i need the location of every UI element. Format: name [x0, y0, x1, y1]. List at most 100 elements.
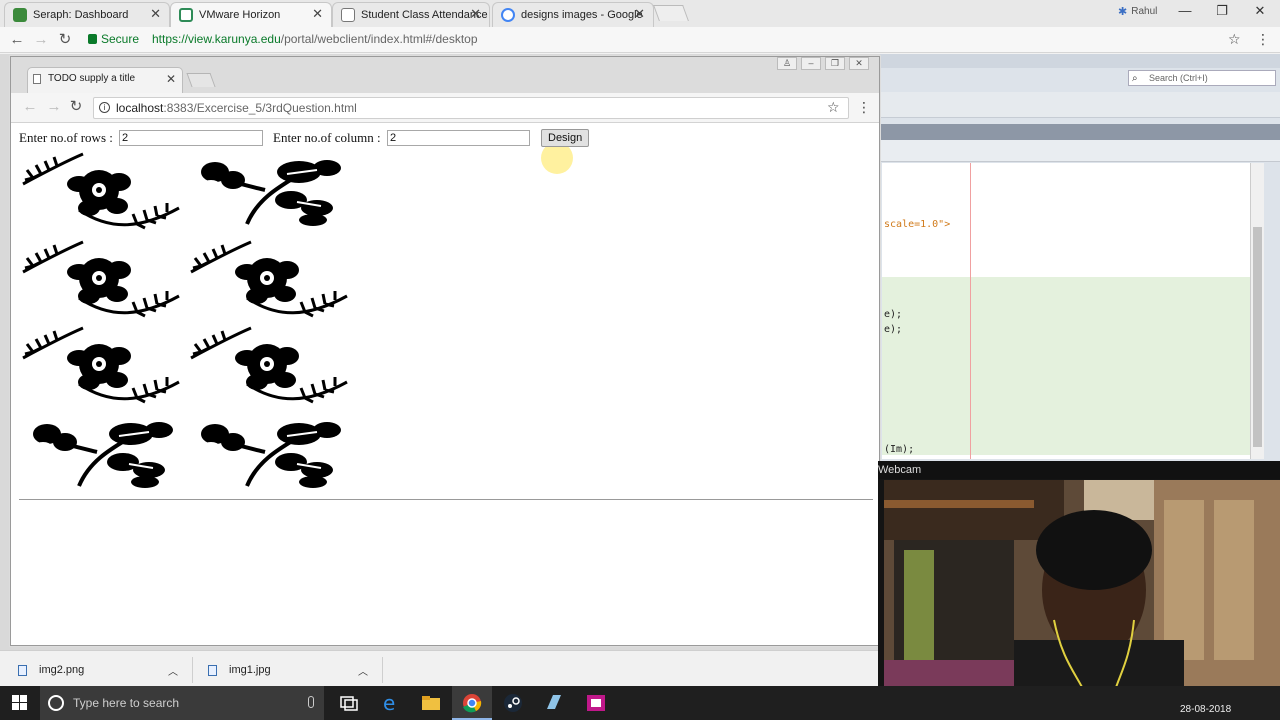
- download-filename: img1.jpg: [229, 664, 271, 676]
- tab-todo[interactable]: TODO supply a title ✕: [27, 67, 183, 93]
- close-icon[interactable]: ✕: [634, 6, 645, 22]
- minimize-button[interactable]: —: [1175, 3, 1195, 21]
- tab-label: TODO supply a title: [48, 73, 136, 84]
- flower-a-icon: [22, 152, 180, 230]
- columns-input[interactable]: [387, 130, 530, 146]
- vmware-icon: [179, 8, 193, 22]
- lock-icon: [88, 34, 97, 44]
- flower-design-image: [187, 324, 353, 410]
- tab-student-attendance[interactable]: Student Class Attendance ✕: [332, 2, 490, 27]
- tab-seraph-dashboard[interactable]: Seraph: Dashboard ✕: [4, 2, 170, 27]
- reload-icon[interactable]: ↻: [56, 31, 74, 49]
- close-icon[interactable]: ✕: [150, 6, 161, 22]
- microphone-icon[interactable]: [308, 696, 314, 708]
- flower-b-icon: [201, 160, 341, 226]
- back-icon[interactable]: ←: [21, 98, 39, 116]
- restore-button[interactable]: ❐: [825, 57, 845, 70]
- steam-icon[interactable]: [502, 693, 524, 713]
- webcam-video: [884, 480, 1280, 706]
- file-icon: [18, 664, 27, 676]
- chevron-up-icon[interactable]: ︿: [358, 663, 368, 678]
- flower-design-image: [19, 150, 185, 236]
- maximize-button[interactable]: ❐: [1212, 3, 1232, 21]
- secure-label: Secure: [101, 32, 140, 46]
- info-icon[interactable]: i: [99, 102, 110, 113]
- close-window-button[interactable]: ✕: [1250, 3, 1270, 21]
- download-item[interactable]: img1.jpg ︿: [208, 659, 378, 681]
- divider: [382, 657, 383, 683]
- columns-label: Enter no.of column :: [273, 130, 381, 145]
- code-line: scale=1.0">: [884, 219, 951, 230]
- inner-tab-strip: TODO supply a title ✕ ♙ – ❐ ✕: [11, 57, 879, 93]
- new-tab-button[interactable]: [653, 5, 689, 21]
- reload-icon[interactable]: ↻: [67, 98, 85, 116]
- url-path: :8383/Excercise_5/3rdQuestion.html: [163, 101, 357, 115]
- new-tab-button[interactable]: [186, 73, 216, 87]
- outer-address-bar[interactable]: https://view.karunya.edu/portal/webclien…: [152, 32, 478, 46]
- screen: Seraph: Dashboard ✕ VMware Horizon ✕ Stu…: [0, 0, 1280, 720]
- back-icon[interactable]: ←: [8, 31, 26, 49]
- download-item[interactable]: img2.png ︿: [18, 659, 188, 681]
- webcam-window: Webcam: [878, 461, 1280, 706]
- tab-label: Student Class Attendance: [361, 9, 488, 21]
- task-view-icon[interactable]: [338, 693, 360, 713]
- inner-address-bar[interactable]: i localhost:8383/Excercise_5/3rdQuestion…: [93, 97, 849, 119]
- inner-toolbar: ← → ↻ i localhost:8383/Excercise_5/3rdQu…: [11, 93, 879, 123]
- forward-icon[interactable]: →: [45, 98, 63, 116]
- outer-toolbar: ← → ↻ Secure https://view.karunya.edu/po…: [0, 27, 1280, 53]
- bookmark-star-icon[interactable]: ☆: [1228, 31, 1241, 48]
- tab-designs-images[interactable]: designs images - Google ✕: [492, 2, 654, 27]
- google-icon: [501, 8, 515, 22]
- flower-a-icon: [190, 326, 348, 404]
- flower-design-image: [187, 238, 353, 324]
- close-icon[interactable]: ✕: [470, 6, 481, 22]
- url-path: /portal/webclient/index.html#/desktop: [280, 32, 478, 46]
- ide-highlight-region: [882, 277, 1250, 455]
- file-explorer-icon[interactable]: [420, 693, 442, 713]
- tab-label: designs images - Google: [521, 9, 643, 21]
- taskbar-date[interactable]: 28-08-2018: [1180, 704, 1231, 715]
- code-line: e);: [884, 324, 903, 335]
- user-icon[interactable]: ♙: [777, 57, 797, 70]
- recorder-app-icon[interactable]: [585, 693, 607, 713]
- menu-icon[interactable]: ⋮: [857, 99, 871, 116]
- bookmark-star-icon[interactable]: ☆: [827, 99, 840, 116]
- flower-b-icon: [33, 422, 173, 488]
- code-line: e);: [884, 309, 903, 320]
- ide-margin-line: [970, 163, 971, 459]
- design-button[interactable]: Design: [541, 129, 590, 147]
- close-window-button[interactable]: ✕: [849, 57, 869, 70]
- chrome-icon[interactable]: [461, 693, 483, 713]
- ide-titlebar: [880, 54, 1280, 68]
- windows-taskbar: Type here to search e 28-08-2018: [0, 686, 1280, 720]
- cortana-icon: [48, 695, 64, 711]
- ide-editor-toolbar: [880, 140, 1280, 162]
- menu-icon[interactable]: ⋮: [1256, 31, 1270, 48]
- start-button[interactable]: [12, 695, 28, 711]
- rows-input[interactable]: [119, 130, 263, 146]
- outer-tab-strip: Seraph: Dashboard ✕ VMware Horizon ✕ Stu…: [0, 0, 1280, 27]
- security-indicator[interactable]: Secure: [88, 32, 139, 46]
- profile-badge[interactable]: ✱ Rahul: [1118, 5, 1157, 18]
- webcam-title: Webcam: [878, 461, 1280, 479]
- divider: [192, 657, 193, 683]
- tab-label: VMware Horizon: [199, 9, 281, 21]
- flower-b-icon: [201, 422, 341, 488]
- scrollbar-thumb[interactable]: [1253, 227, 1262, 447]
- forward-icon[interactable]: →: [32, 31, 50, 49]
- webcam-frame-image: [884, 480, 1280, 706]
- close-icon[interactable]: ✕: [166, 68, 176, 90]
- inner-browser-window: TODO supply a title ✕ ♙ – ❐ ✕ ← → ↻ i lo…: [10, 56, 880, 646]
- minimize-button[interactable]: –: [801, 57, 821, 70]
- edge-icon[interactable]: e: [379, 691, 401, 715]
- search-icon: ⌕: [1132, 73, 1138, 84]
- chevron-up-icon[interactable]: ︿: [168, 663, 178, 678]
- close-icon[interactable]: ✕: [312, 6, 323, 22]
- ide-search-input[interactable]: ⌕ Search (Ctrl+I): [1128, 70, 1276, 86]
- notes-app-icon[interactable]: [543, 693, 565, 713]
- horizontal-rule: [19, 499, 873, 500]
- taskbar-search[interactable]: Type here to search: [40, 686, 324, 720]
- page-icon: [33, 74, 41, 84]
- ide-scrollbar[interactable]: [1250, 163, 1264, 459]
- tab-vmware-horizon[interactable]: VMware Horizon ✕: [170, 2, 332, 27]
